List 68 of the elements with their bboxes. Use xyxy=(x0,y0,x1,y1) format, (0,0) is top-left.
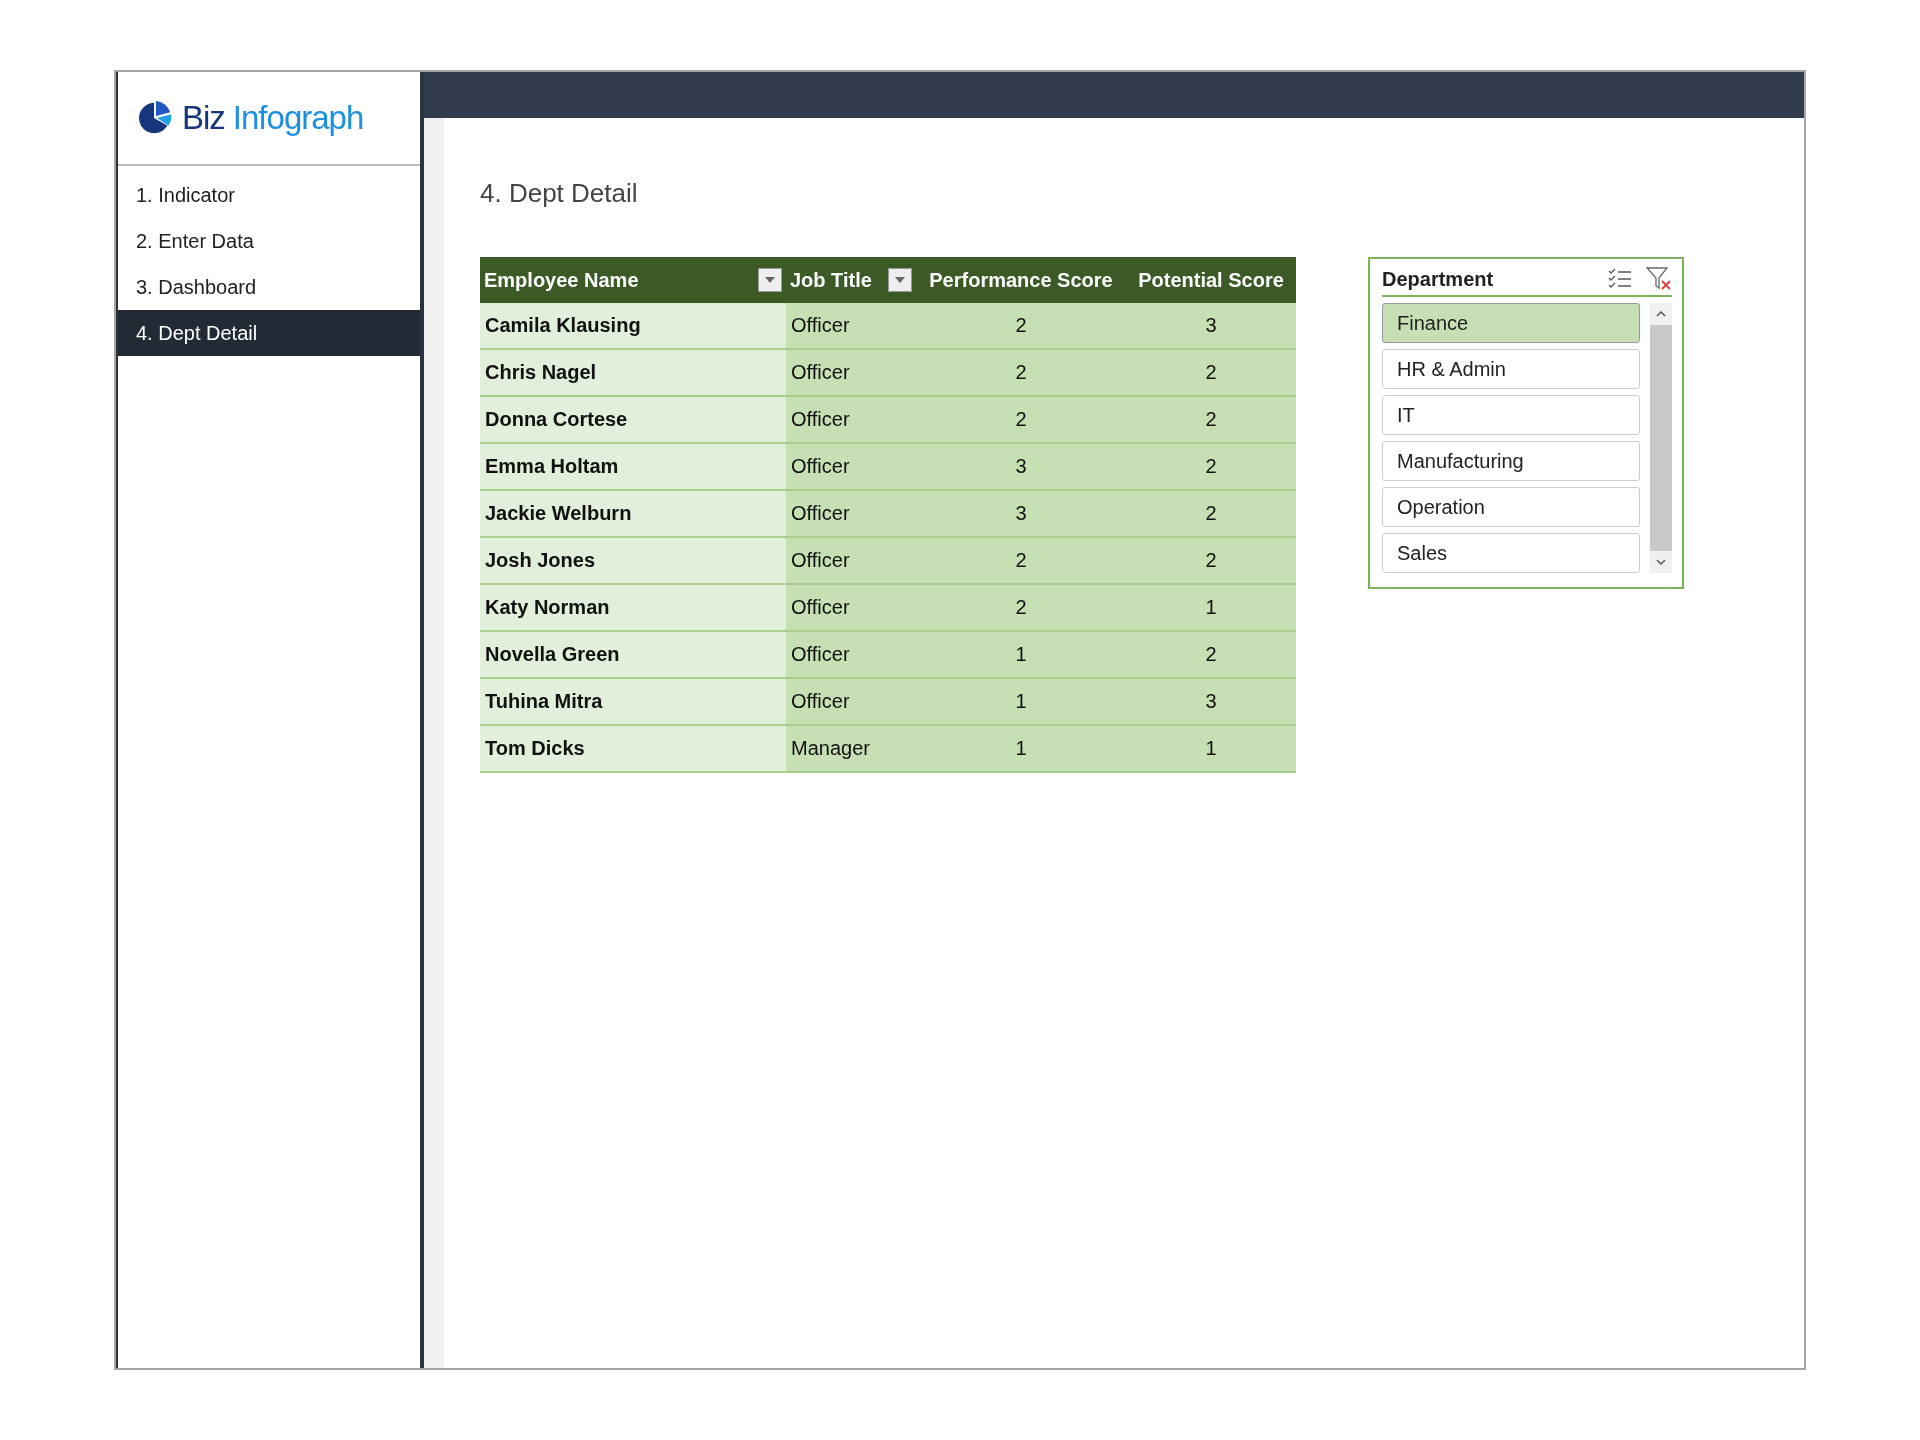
logo-text: Infograph xyxy=(232,99,364,137)
table-cell: Chris Nagel xyxy=(480,349,786,396)
table-cell: 3 xyxy=(916,443,1126,490)
table-cell: Officer xyxy=(786,678,916,725)
logo-text: Biz xyxy=(182,99,225,137)
table-cell: 2 xyxy=(1126,490,1296,537)
caret-icon xyxy=(895,277,905,283)
table-cell: 2 xyxy=(1126,396,1296,443)
chevron-up-icon[interactable] xyxy=(1656,311,1666,317)
table-cell: 3 xyxy=(1126,678,1296,725)
table-cell: Officer xyxy=(786,537,916,584)
clear-filter-icon[interactable] xyxy=(1646,267,1672,291)
table-cell: Officer xyxy=(786,349,916,396)
table-cell: 3 xyxy=(916,490,1126,537)
table-cell: Camila Klausing xyxy=(480,303,786,349)
table-cell: 2 xyxy=(916,584,1126,631)
scrollbar[interactable] xyxy=(1650,303,1672,573)
table-cell: Officer xyxy=(786,396,916,443)
column-header: Employee Name xyxy=(480,257,786,303)
filter-dropdown-button[interactable] xyxy=(758,268,782,292)
table-cell: Emma Holtam xyxy=(480,443,786,490)
slicer-item[interactable]: Finance xyxy=(1382,303,1640,343)
table-cell: Josh Jones xyxy=(480,537,786,584)
column-header: Job Title xyxy=(786,257,916,303)
table-cell: 2 xyxy=(1126,631,1296,678)
table-cell: Novella Green xyxy=(480,631,786,678)
table-cell: Manager xyxy=(786,725,916,772)
table-cell: Officer xyxy=(786,584,916,631)
scrollbar-thumb[interactable] xyxy=(1650,325,1672,551)
table-cell: 1 xyxy=(1126,584,1296,631)
slicer-title: Department xyxy=(1382,267,1495,291)
table-cell: 2 xyxy=(1126,537,1296,584)
table-cell: Katy Norman xyxy=(480,584,786,631)
table-cell: Officer xyxy=(786,303,916,349)
multi-select-icon[interactable] xyxy=(1608,268,1632,290)
slicer-item[interactable]: Manufacturing xyxy=(1382,441,1640,481)
slicer-item[interactable]: HR & Admin xyxy=(1382,349,1640,389)
filter-dropdown-button[interactable] xyxy=(888,268,912,292)
page-title: 4. Dept Detail xyxy=(480,178,639,209)
sidebar-item[interactable]: 2. Enter Data xyxy=(118,218,420,264)
sidebar-item[interactable]: 3. Dashboard xyxy=(118,264,420,310)
table-cell: Tom Dicks xyxy=(480,725,786,772)
table-cell: 2 xyxy=(1126,349,1296,396)
table-cell: 2 xyxy=(916,303,1126,349)
table-cell: Donna Cortese xyxy=(480,396,786,443)
table-cell: 1 xyxy=(1126,725,1296,772)
table-cell: Officer xyxy=(786,631,916,678)
caret-icon xyxy=(765,277,775,283)
table-cell: 2 xyxy=(916,349,1126,396)
sidebar-item[interactable]: 1. Indicator xyxy=(118,172,420,218)
chevron-down-icon[interactable] xyxy=(1656,559,1666,565)
column-header: Performance Score xyxy=(916,257,1126,303)
slicer-item[interactable]: Sales xyxy=(1382,533,1640,573)
table-cell: Tuhina Mitra xyxy=(480,678,786,725)
column-header: Potential Score xyxy=(1126,257,1296,303)
slicer-item[interactable]: IT xyxy=(1382,395,1640,435)
table-cell: Officer xyxy=(786,443,916,490)
table-cell: 3 xyxy=(1126,303,1296,349)
table-cell: 1 xyxy=(916,678,1126,725)
table-cell: 2 xyxy=(916,537,1126,584)
table-cell: 2 xyxy=(916,396,1126,443)
table-cell: Officer xyxy=(786,490,916,537)
table-cell: 1 xyxy=(916,631,1126,678)
slicer-item[interactable]: Operation xyxy=(1382,487,1640,527)
table-cell: Jackie Welburn xyxy=(480,490,786,537)
table-cell: 1 xyxy=(916,725,1126,772)
table-cell: 2 xyxy=(1126,443,1296,490)
sidebar-item[interactable]: 4. Dept Detail xyxy=(118,310,420,356)
